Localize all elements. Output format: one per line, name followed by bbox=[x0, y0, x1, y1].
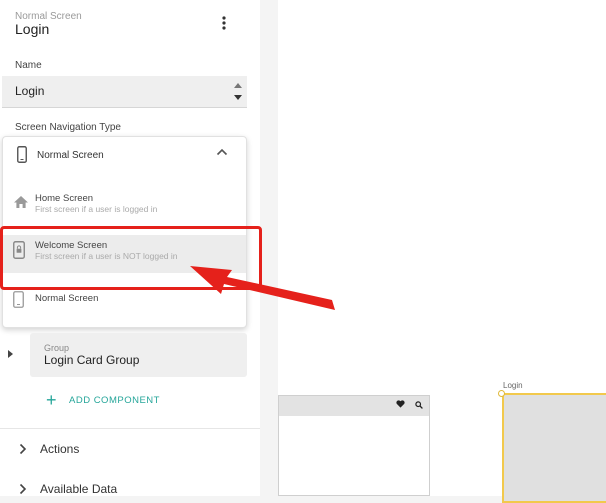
group-expand-icon[interactable] bbox=[8, 350, 13, 358]
nav-type-label: Screen Navigation Type bbox=[15, 122, 121, 133]
divider bbox=[0, 428, 260, 429]
plus-icon: + bbox=[46, 390, 57, 410]
group-label: Group bbox=[44, 343, 70, 353]
stepper-down-icon[interactable] bbox=[234, 95, 242, 100]
chevron-up-icon bbox=[216, 148, 228, 156]
nav-option-title: Normal Screen bbox=[35, 293, 99, 304]
chevron-right-icon bbox=[19, 443, 27, 455]
nav-option-title: Home Screen bbox=[35, 193, 94, 204]
screen-preview-toolbar bbox=[279, 396, 429, 416]
search-icon[interactable] bbox=[415, 401, 423, 409]
nav-option-subtitle: First screen if a user is logged in bbox=[35, 204, 158, 214]
home-icon bbox=[14, 196, 28, 208]
kebab-menu-icon bbox=[222, 16, 226, 30]
phone-icon bbox=[13, 291, 24, 308]
nav-option-home[interactable]: Home Screen First screen if a user is lo… bbox=[3, 189, 246, 219]
canvas-screen-label: Login bbox=[503, 381, 523, 390]
section-label: Available Data bbox=[40, 482, 118, 496]
add-component-button[interactable]: + ADD COMPONENT bbox=[46, 390, 160, 410]
resize-handle[interactable] bbox=[498, 390, 505, 397]
phone-icon bbox=[17, 146, 27, 163]
nav-type-selected: Normal Screen bbox=[37, 150, 104, 161]
nav-type-select[interactable]: Normal Screen bbox=[3, 137, 246, 173]
name-input[interactable] bbox=[15, 84, 215, 98]
screen-title: Login bbox=[15, 21, 50, 37]
group-name: Login Card Group bbox=[44, 353, 140, 367]
annotation-highlight bbox=[0, 226, 262, 290]
screen-preview[interactable] bbox=[278, 395, 430, 496]
section-available-data[interactable]: Available Data bbox=[0, 478, 260, 500]
group-card[interactable]: Group Login Card Group bbox=[30, 333, 247, 377]
name-stepper[interactable] bbox=[232, 80, 244, 104]
section-label: Actions bbox=[40, 442, 80, 456]
more-options-button[interactable] bbox=[216, 14, 232, 32]
add-component-label: ADD COMPONENT bbox=[69, 394, 160, 406]
name-field-label: Name bbox=[15, 60, 42, 71]
canvas-login-screen[interactable] bbox=[502, 393, 606, 503]
nav-option-normal[interactable]: Normal Screen bbox=[3, 287, 246, 313]
heart-icon[interactable] bbox=[396, 400, 405, 408]
stepper-up-icon[interactable] bbox=[234, 83, 242, 88]
chevron-right-icon bbox=[19, 483, 27, 495]
section-actions[interactable]: Actions bbox=[0, 438, 260, 460]
name-field[interactable] bbox=[2, 76, 247, 108]
